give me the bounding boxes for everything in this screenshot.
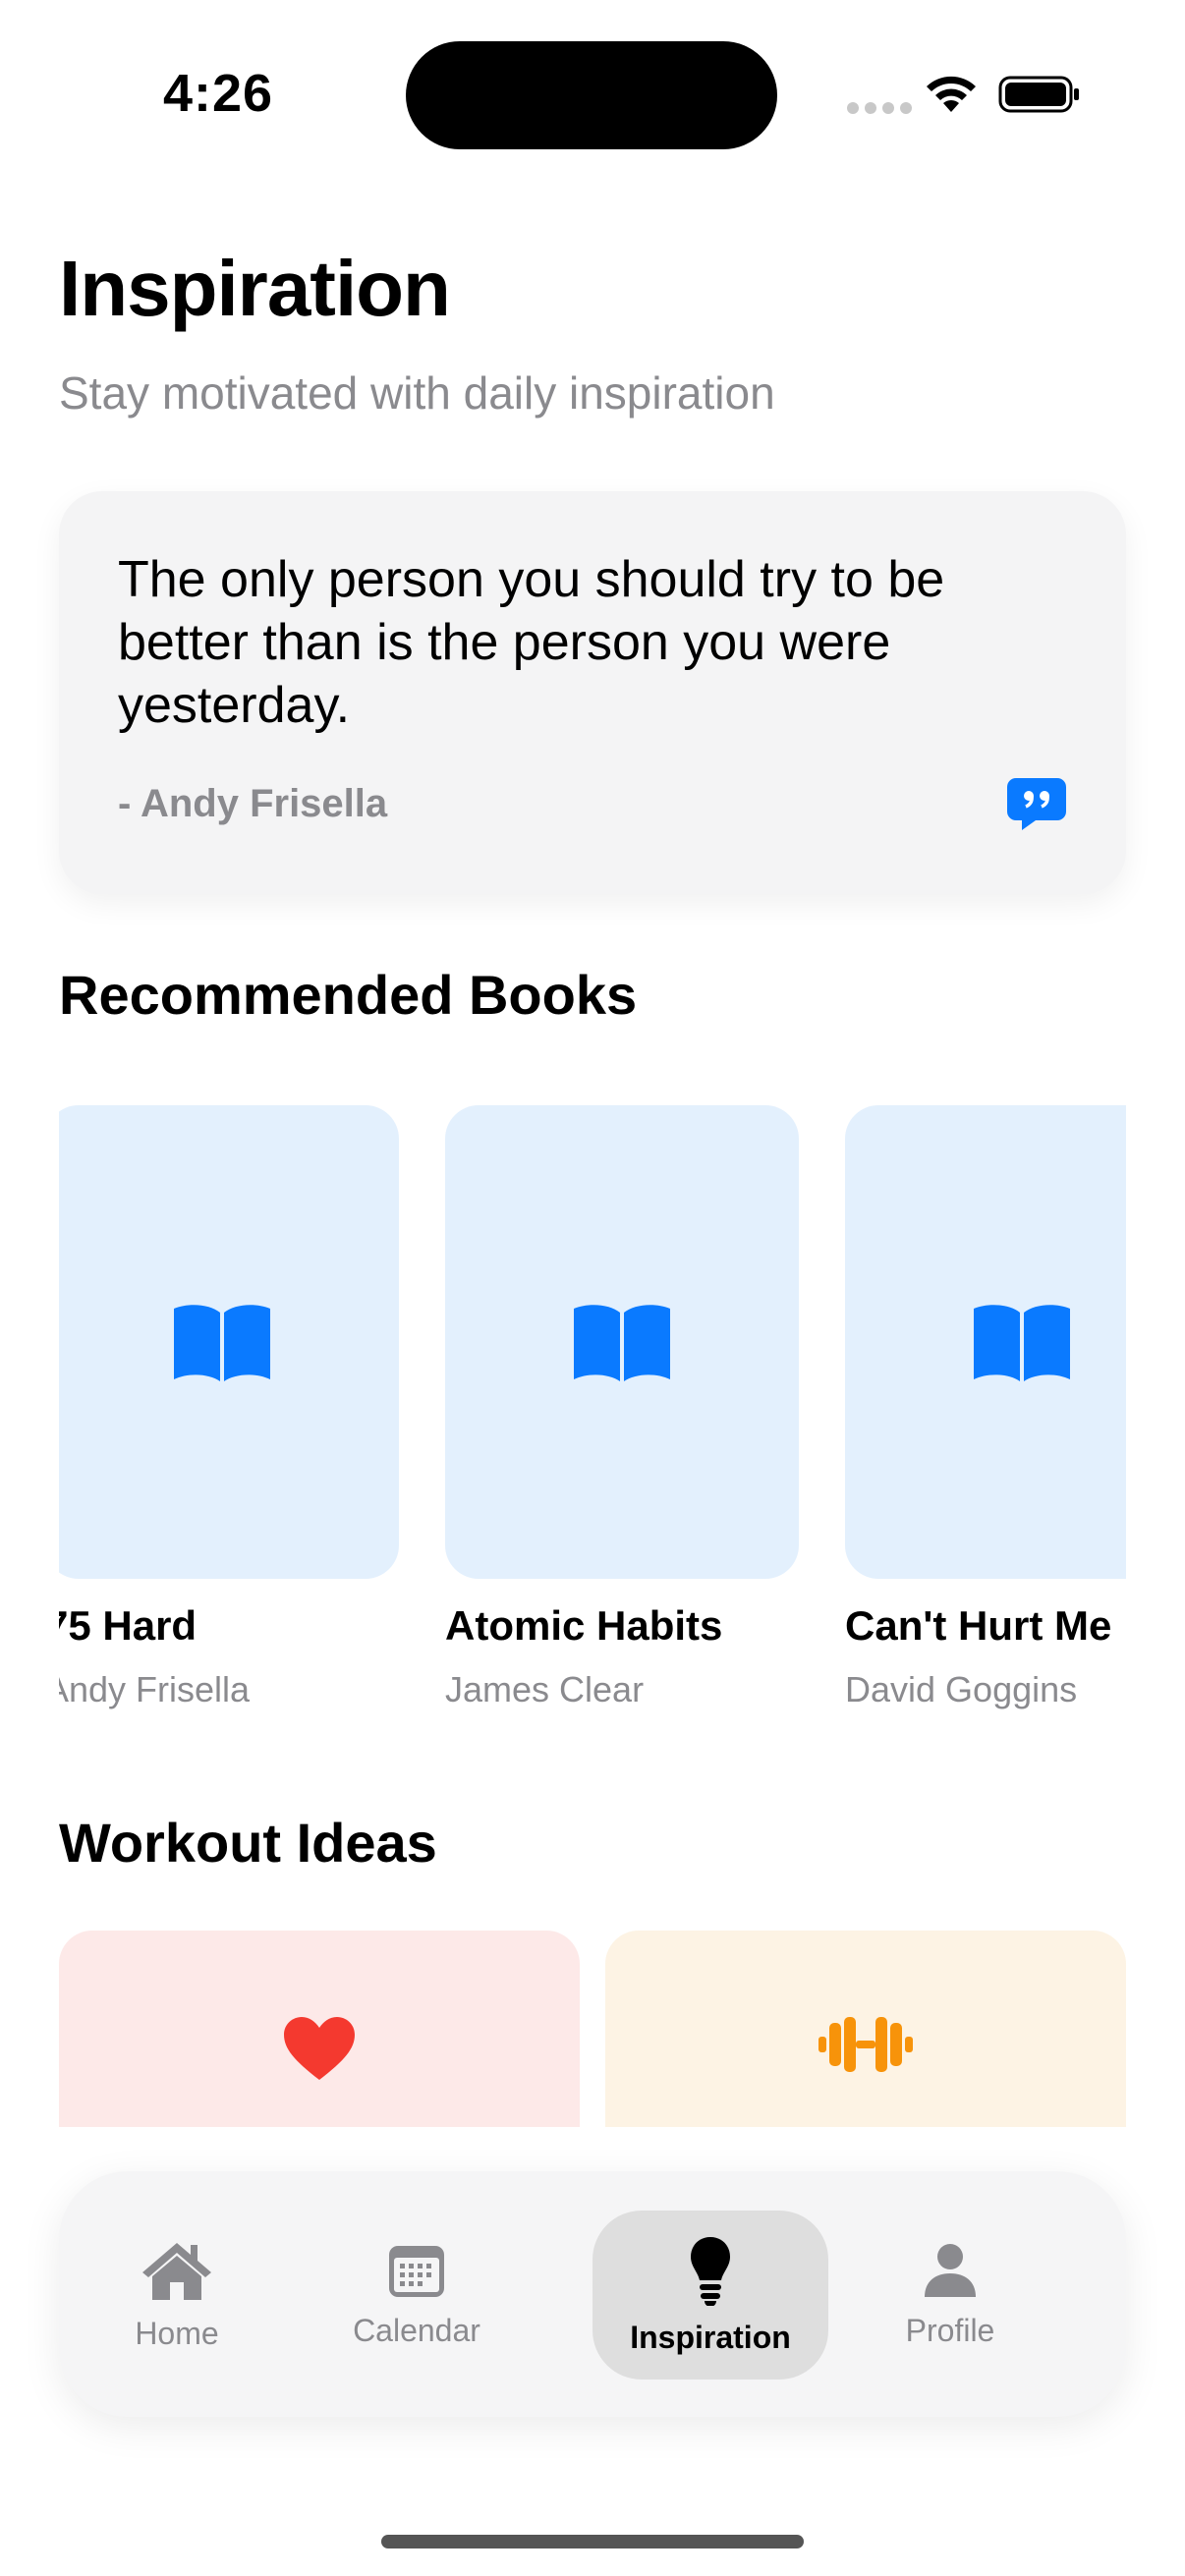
tab-label-home: Home xyxy=(135,2315,219,2351)
lightbulb-icon xyxy=(691,2236,730,2306)
book-author: Andy Frisella xyxy=(59,1669,251,1709)
book-author: David Goggins xyxy=(845,1669,1078,1709)
book-card[interactable]: Can't Hurt Me David Goggins xyxy=(845,1105,1126,1710)
book-card[interactable]: 75 Hard Andy Frisella xyxy=(59,1105,399,1710)
wifi-icon xyxy=(927,76,976,112)
person-icon xyxy=(925,2243,976,2297)
quote-text: The only person you should try to be bet… xyxy=(118,551,945,734)
workout-card-cardio[interactable] xyxy=(59,1931,580,2127)
calendar-icon xyxy=(389,2245,444,2297)
book-title: Atomic Habits xyxy=(445,1602,723,1649)
tab-home[interactable]: Home xyxy=(59,2211,295,2380)
tab-inspiration[interactable]: Inspiration xyxy=(592,2211,828,2380)
tab-label-profile: Profile xyxy=(905,2312,995,2348)
workouts-section-title: Workout Ideas xyxy=(59,1812,437,1874)
book-title: Can't Hurt Me xyxy=(845,1602,1112,1649)
house-icon xyxy=(142,2242,211,2300)
book-cover xyxy=(445,1105,799,1579)
battery-icon xyxy=(998,76,1079,113)
tab-profile[interactable]: Profile xyxy=(832,2211,1068,2380)
book-icon xyxy=(574,1305,670,1381)
book-card[interactable]: Atomic Habits James Clear xyxy=(445,1105,799,1710)
status-bar: 4:26 xyxy=(0,0,1185,196)
tab-calendar[interactable]: Calendar xyxy=(299,2211,535,2380)
book-author: James Clear xyxy=(445,1669,645,1709)
status-time: 4:26 xyxy=(163,64,274,123)
quote-author: - Andy Frisella xyxy=(118,782,388,825)
workout-card-strength[interactable] xyxy=(605,1931,1126,2127)
book-icon xyxy=(974,1305,1070,1381)
home-indicator[interactable] xyxy=(381,2535,804,2548)
books-section-title: Recommended Books xyxy=(59,964,638,1026)
books-carousel[interactable]: 75 Hard Andy Frisella Atomic Habits Jame… xyxy=(59,1105,1126,1734)
quote-card[interactable]: The only person you should try to be bet… xyxy=(59,491,1126,894)
dynamic-island xyxy=(406,41,777,149)
book-cover xyxy=(59,1105,399,1579)
tab-label-calendar: Calendar xyxy=(353,2312,480,2348)
page-subtitle: Stay motivated with daily inspiration xyxy=(59,367,775,419)
quote-bubble-icon[interactable] xyxy=(1006,776,1067,831)
dumbbell-icon xyxy=(818,2017,913,2072)
cellular-signal-icon xyxy=(847,102,912,114)
tab-bar: Home Calendar Inspiration Profile xyxy=(59,2171,1126,2417)
book-cover xyxy=(845,1105,1126,1579)
book-title: 75 Hard xyxy=(59,1602,198,1649)
tab-label-inspiration: Inspiration xyxy=(630,2319,791,2355)
book-icon xyxy=(174,1305,270,1381)
heart-icon xyxy=(284,2017,355,2080)
page-title: Inspiration xyxy=(59,245,451,332)
